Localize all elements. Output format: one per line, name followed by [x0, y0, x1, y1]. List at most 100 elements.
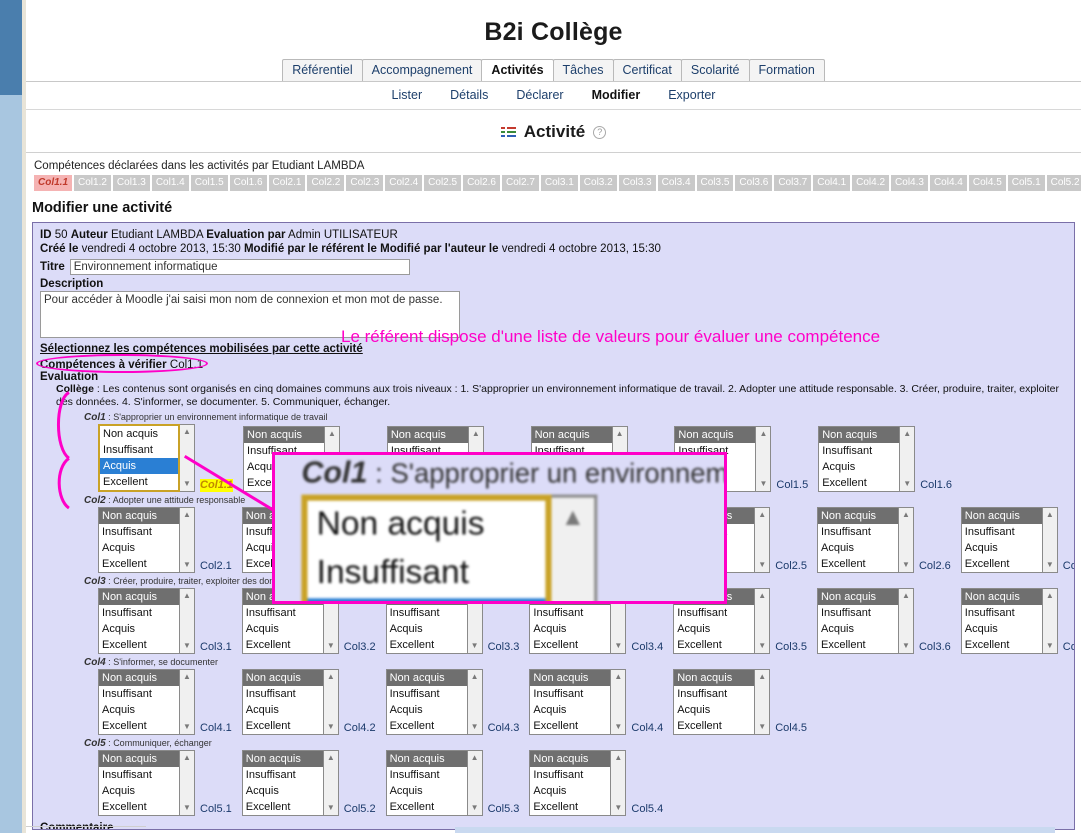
scroll-up-icon[interactable]: ▲: [902, 508, 910, 522]
option-col3-2-3[interactable]: Excellent: [243, 637, 323, 653]
option-col1-1-0[interactable]: Non acquis: [100, 426, 178, 442]
competence-chip-col4-4[interactable]: Col4.4: [929, 175, 967, 191]
competence-chip-col4-3[interactable]: Col4.3: [891, 175, 928, 191]
scrollbar-col5-2[interactable]: ▲ ▼: [323, 750, 339, 816]
option-col3-5-1[interactable]: Insuffisant: [674, 605, 754, 621]
scroll-up-icon[interactable]: ▲: [183, 425, 191, 439]
scroll-down-icon[interactable]: ▼: [471, 801, 479, 815]
option-col2-6-3[interactable]: Excellent: [818, 556, 898, 572]
option-col3-1-0[interactable]: Non acquis: [99, 589, 179, 605]
scroll-down-icon[interactable]: ▼: [183, 801, 191, 815]
competence-chip-col2-1[interactable]: Col2.1: [268, 175, 306, 191]
subtab-d-tails[interactable]: Détails: [450, 88, 488, 102]
scroll-down-icon[interactable]: ▼: [183, 477, 191, 491]
scroll-down-icon[interactable]: ▼: [327, 801, 335, 815]
competence-chip-col1-6[interactable]: Col1.6: [229, 175, 267, 191]
listbox-col3-6[interactable]: Non acquis Insuffisant Acquis Excellent: [816, 588, 899, 654]
option-col5-1-1[interactable]: Insuffisant: [99, 767, 179, 783]
scroll-up-icon[interactable]: ▲: [327, 751, 335, 765]
scroll-up-icon[interactable]: ▲: [759, 427, 767, 441]
competence-chip-col1-5[interactable]: Col1.5: [190, 175, 228, 191]
option-col4-5-2[interactable]: Acquis: [674, 702, 754, 718]
listbox-col3-1[interactable]: Non acquis Insuffisant Acquis Excellent: [98, 588, 180, 654]
scroll-up-icon[interactable]: ▲: [328, 427, 336, 441]
scroll-up-icon[interactable]: ▲: [471, 670, 479, 684]
option-col1-6-1[interactable]: Insuffisant: [819, 443, 899, 459]
option-col5-1-0[interactable]: Non acquis: [99, 751, 179, 767]
option-col1-6-2[interactable]: Acquis: [819, 459, 899, 475]
title-input[interactable]: [69, 259, 410, 275]
scroll-down-icon[interactable]: ▼: [758, 558, 766, 572]
scrollbar-col5-4[interactable]: ▲ ▼: [611, 750, 627, 816]
scrollbar-col3-5[interactable]: ▲ ▼: [755, 588, 771, 654]
scroll-down-icon[interactable]: ▼: [759, 477, 767, 491]
option-col5-3-1[interactable]: Insuffisant: [387, 767, 467, 783]
option-col2-7-1[interactable]: Insuffisant: [962, 524, 1042, 540]
scroll-down-icon[interactable]: ▼: [327, 720, 335, 734]
tab-t-ches[interactable]: Tâches: [552, 59, 614, 81]
scroll-up-icon[interactable]: ▲: [471, 751, 479, 765]
scrollbar-col1-1[interactable]: ▲ ▼: [180, 424, 195, 492]
option-col1-6-0[interactable]: Non acquis: [819, 427, 900, 443]
option-col3-3-2[interactable]: Acquis: [387, 621, 467, 637]
option-col5-2-0[interactable]: Non acquis: [242, 751, 323, 767]
option-col2-6-0[interactable]: Non acquis: [817, 508, 898, 524]
scroll-down-icon[interactable]: ▼: [758, 639, 766, 653]
option-col2-7-2[interactable]: Acquis: [962, 540, 1042, 556]
scrollbar-col4-4[interactable]: ▲ ▼: [611, 669, 627, 735]
option-col3-7-0[interactable]: Non acquis: [961, 589, 1042, 605]
competence-chip-col2-6[interactable]: Col2.6: [463, 175, 500, 191]
option-col2-6-1[interactable]: Insuffisant: [818, 524, 898, 540]
option-col2-1-0[interactable]: Non acquis: [99, 508, 179, 524]
option-col5-2-3[interactable]: Excellent: [243, 799, 323, 815]
tab-certificat[interactable]: Certificat: [612, 59, 682, 81]
option-col5-4-2[interactable]: Acquis: [530, 783, 610, 799]
option-col4-4-0[interactable]: Non acquis: [530, 670, 611, 686]
competence-chip-col1-2[interactable]: Col1.2: [74, 175, 111, 191]
scroll-down-icon[interactable]: ▼: [1046, 558, 1054, 572]
listbox-col5-3[interactable]: Non acquis Insuffisant Acquis Excellent: [385, 750, 468, 816]
option-col1-1-2[interactable]: Acquis: [100, 458, 178, 474]
option-col3-3-1[interactable]: Insuffisant: [387, 605, 467, 621]
scroll-up-icon[interactable]: ▲: [616, 427, 624, 441]
competence-chip-col1-1[interactable]: Col1.1: [34, 175, 73, 191]
listbox-col4-4[interactable]: Non acquis Insuffisant Acquis Excellent: [529, 669, 612, 735]
competence-chip-col2-3[interactable]: Col2.3: [346, 175, 384, 191]
competence-chip-col3-6[interactable]: Col3.6: [735, 175, 773, 191]
competence-chip-col3-1[interactable]: Col3.1: [540, 175, 578, 191]
listbox-col4-1[interactable]: Non acquis Insuffisant Acquis Excellent: [98, 669, 180, 735]
option-col3-1-3[interactable]: Excellent: [99, 637, 179, 653]
competence-chip-col2-4[interactable]: Col2.4: [385, 175, 423, 191]
listbox-col5-1[interactable]: Non acquis Insuffisant Acquis Excellent: [98, 750, 180, 816]
inset-option-2[interactable]: Acquis: [307, 598, 546, 601]
scroll-up-icon[interactable]: ▲: [183, 589, 191, 603]
scrollbar-col4-3[interactable]: ▲ ▼: [467, 669, 483, 735]
scrollbar-col3-1[interactable]: ▲ ▼: [180, 588, 195, 654]
competence-chip-col1-4[interactable]: Col1.4: [151, 175, 189, 191]
competence-chip-col3-2[interactable]: Col3.2: [579, 175, 617, 191]
tab-r-f-rentiel[interactable]: Référentiel: [282, 59, 363, 81]
option-col5-1-3[interactable]: Excellent: [99, 799, 179, 815]
option-col4-2-2[interactable]: Acquis: [243, 702, 323, 718]
tab-activit-s[interactable]: Activités: [481, 59, 554, 81]
scroll-up-icon[interactable]: ▲: [561, 498, 585, 541]
scrollbar-col1-6[interactable]: ▲ ▼: [900, 426, 916, 492]
option-col4-2-1[interactable]: Insuffisant: [243, 686, 323, 702]
option-col1-2-0[interactable]: Non acquis: [244, 427, 325, 443]
scroll-up-icon[interactable]: ▲: [614, 670, 622, 684]
option-col5-1-2[interactable]: Acquis: [99, 783, 179, 799]
option-col5-3-3[interactable]: Excellent: [387, 799, 467, 815]
option-col3-2-1[interactable]: Insuffisant: [243, 605, 323, 621]
listbox-col1-1[interactable]: Non acquis Insuffisant Acquis Excellent: [98, 424, 180, 492]
competence-chip-col5-1[interactable]: Col5.1: [1007, 175, 1045, 191]
competence-chip-col3-7[interactable]: Col3.7: [774, 175, 812, 191]
scroll-up-icon[interactable]: ▲: [1046, 508, 1054, 522]
listbox-col4-2[interactable]: Non acquis Insuffisant Acquis Excellent: [241, 669, 324, 735]
option-col2-6-2[interactable]: Acquis: [818, 540, 898, 556]
subtab-lister[interactable]: Lister: [392, 88, 423, 102]
option-col2-1-3[interactable]: Excellent: [99, 556, 179, 572]
option-col3-4-2[interactable]: Acquis: [530, 621, 610, 637]
scrollbar-col5-1[interactable]: ▲ ▼: [180, 750, 195, 816]
option-col1-6-3[interactable]: Excellent: [819, 475, 899, 491]
scroll-down-icon[interactable]: ▼: [614, 720, 622, 734]
